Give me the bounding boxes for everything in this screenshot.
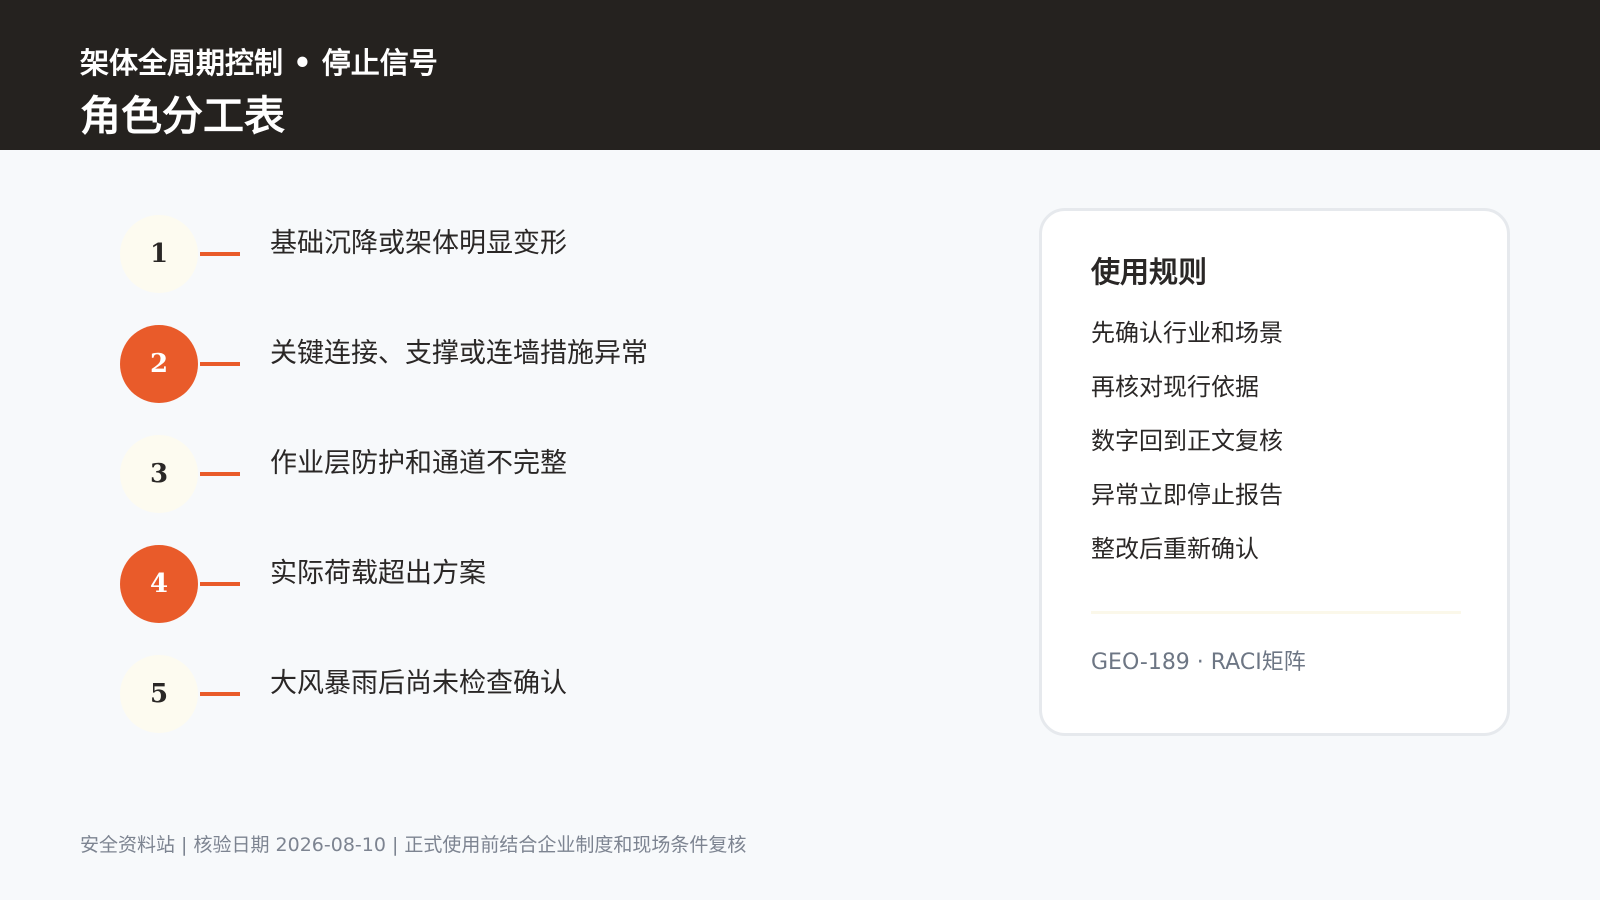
signal-text: 实际荷载超出方案: [270, 558, 486, 589]
signal-item-2: 2 关键连接、支撑或连墙措施异常: [120, 325, 820, 403]
signal-text: 关键连接、支撑或连墙措施异常: [270, 338, 648, 369]
card-divider: [1091, 611, 1461, 614]
connector-dash: [200, 582, 240, 586]
header-banner: 架体全周期控制 • 停止信号 角色分工表: [0, 0, 1600, 150]
connector-dash: [200, 472, 240, 476]
signal-item-1: 1 基础沉降或架体明显变形: [120, 215, 820, 293]
signal-item-3: 3 作业层防护和通道不完整: [120, 435, 820, 513]
rule-item: 先确认行业和场景: [1091, 319, 1283, 347]
signal-text: 大风暴雨后尚未检查确认: [270, 668, 567, 699]
signal-item-5: 5 大风暴雨后尚未检查确认: [120, 655, 820, 733]
document-code: GEO-189 · RACI矩阵: [1091, 650, 1306, 675]
footer-note: 安全资料站 | 核验日期 2026-08-10 | 正式使用前结合企业制度和现场…: [80, 834, 747, 856]
signal-item-4: 4 实际荷载超出方案: [120, 545, 820, 623]
connector-dash: [200, 252, 240, 256]
card-title: 使用规则: [1091, 255, 1208, 289]
step-number-badge: 3: [120, 435, 198, 513]
step-number-badge: 1: [120, 215, 198, 293]
usage-rules-card: 使用规则 先确认行业和场景 再核对现行依据 数字回到正文复核 异常立即停止报告 …: [1039, 208, 1510, 736]
rule-item: 异常立即停止报告: [1091, 481, 1283, 509]
step-number-badge: 5: [120, 655, 198, 733]
rule-item: 数字回到正文复核: [1091, 427, 1283, 455]
rule-item: 整改后重新确认: [1091, 535, 1259, 563]
connector-dash: [200, 362, 240, 366]
connector-dash: [200, 692, 240, 696]
step-number-badge: 4: [120, 545, 198, 623]
page-subtitle: 架体全周期控制 • 停止信号: [80, 46, 438, 80]
signal-text: 基础沉降或架体明显变形: [270, 228, 567, 259]
step-number-badge: 2: [120, 325, 198, 403]
page-title: 角色分工表: [80, 92, 285, 140]
signal-text: 作业层防护和通道不完整: [270, 448, 567, 479]
rule-item: 再核对现行依据: [1091, 373, 1259, 401]
